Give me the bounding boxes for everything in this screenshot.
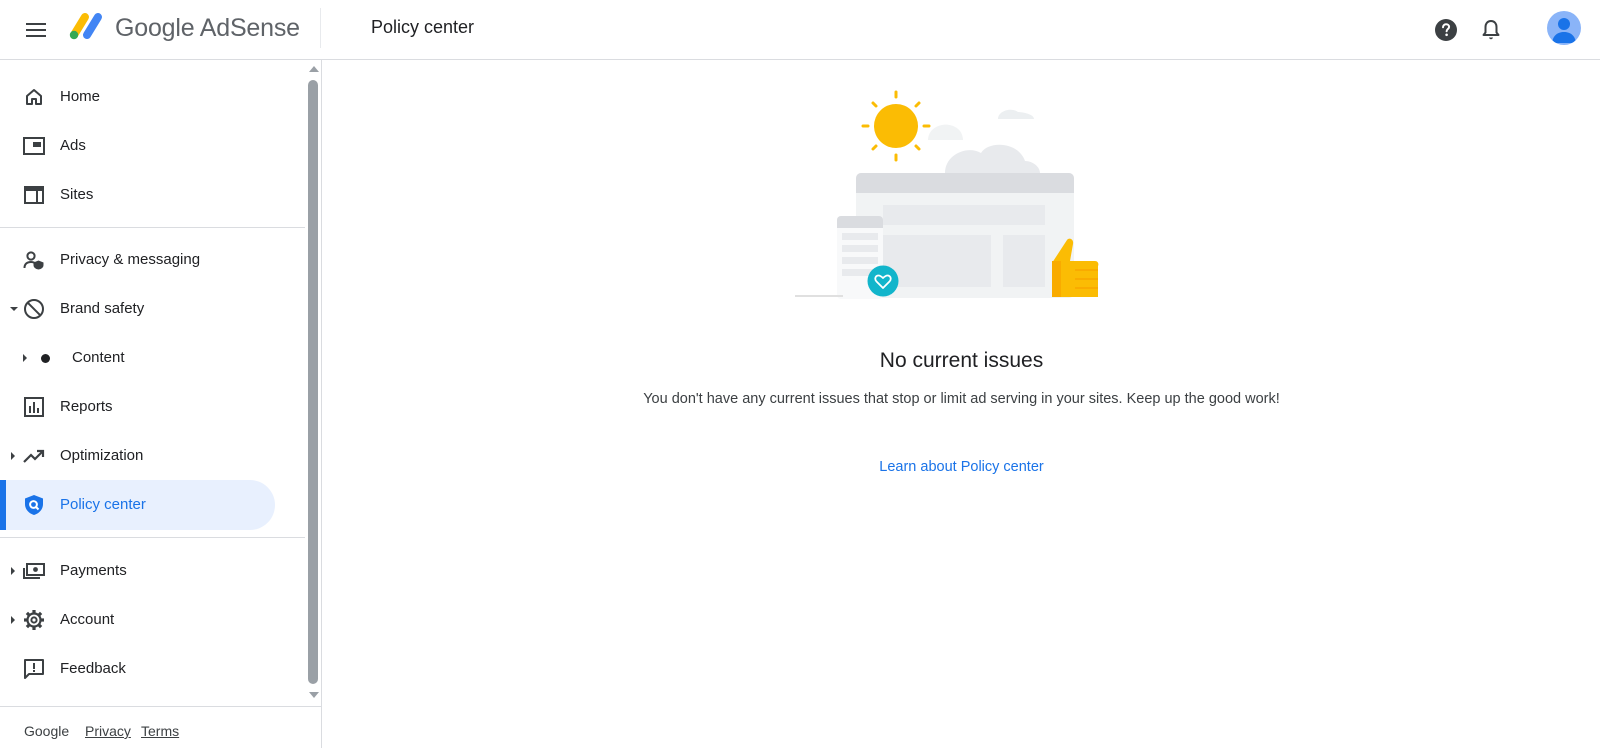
- nav-divider: [0, 537, 305, 538]
- hamburger-menu-icon: [26, 23, 46, 37]
- sidebar-item-label: Policy center: [60, 496, 146, 513]
- side-navigation: Home Ads Sites Privacy & messaging Brand…: [0, 60, 322, 748]
- scroll-up-arrow-icon[interactable]: [309, 66, 319, 72]
- sidebar-item-sites[interactable]: Sites: [0, 170, 280, 220]
- sun-icon: [861, 90, 931, 162]
- footer-terms-link[interactable]: Terms: [141, 723, 179, 739]
- footer-privacy-link[interactable]: Privacy: [85, 723, 131, 739]
- sidebar-item-label: Optimization: [60, 447, 144, 464]
- no-issues-illustration: [795, 90, 1099, 299]
- sidebar-item-home[interactable]: Home: [0, 72, 280, 122]
- sidebar-item-label: Brand safety: [60, 300, 145, 317]
- trending-up-icon: [23, 445, 45, 467]
- sites-icon: [23, 184, 45, 206]
- sidebar-item-ads[interactable]: Ads: [0, 121, 280, 171]
- help-button[interactable]: [1430, 14, 1462, 46]
- payments-icon: [23, 560, 45, 582]
- privacy-messaging-icon: [23, 249, 45, 271]
- block-icon: [23, 298, 45, 320]
- sidebar-item-feedback[interactable]: Feedback: [0, 644, 280, 694]
- sidebar-item-label: Privacy & messaging: [60, 251, 201, 268]
- sidebar-item-label: Sites: [60, 186, 94, 203]
- sidebar-item-optimization[interactable]: Optimization: [0, 431, 280, 481]
- top-app-bar: Google AdSense Policy center: [0, 0, 1600, 60]
- sidebar-item-label: Content: [72, 349, 125, 366]
- heart-badge-icon: [867, 265, 899, 297]
- footer-google-label: Google: [24, 723, 70, 739]
- sidebar-item-label: Reports: [60, 398, 113, 415]
- sidebar-footer: Google Privacy Terms: [0, 706, 322, 748]
- sidebar-item-account[interactable]: Account: [0, 595, 280, 645]
- home-icon: [23, 86, 45, 108]
- nav-list: Home Ads Sites Privacy & messaging Brand…: [0, 60, 305, 704]
- sidebar-item-label: Feedback: [60, 660, 126, 677]
- sidebar-item-label: Ads: [60, 137, 86, 154]
- brand-name: Google AdSense: [115, 14, 300, 42]
- learn-about-policy-center-link[interactable]: Learn about Policy center: [323, 459, 1600, 475]
- account-avatar-button[interactable]: [1547, 11, 1581, 45]
- sidebar-item-content[interactable]: Content: [0, 333, 280, 383]
- empty-state-title: No current issues: [879, 349, 1044, 372]
- page-title: Policy center: [371, 17, 475, 37]
- sidebar-item-label: Account: [60, 611, 115, 628]
- ads-icon: [23, 135, 45, 157]
- nav-divider: [0, 227, 305, 228]
- sidebar-item-label: Home: [60, 88, 101, 105]
- bell-icon: [1482, 20, 1500, 40]
- dot-icon: [41, 354, 50, 363]
- expand-caret-icon: [11, 567, 15, 575]
- sidebar-item-brand-safety[interactable]: Brand safety: [0, 284, 280, 334]
- scrollbar-thumb[interactable]: [308, 80, 318, 684]
- sidebar-item-reports[interactable]: Reports: [0, 382, 280, 432]
- expand-caret-icon: [11, 452, 15, 460]
- expand-caret-icon: [11, 616, 15, 624]
- policy-shield-icon: [23, 494, 45, 516]
- sidebar-scrollbar[interactable]: [306, 60, 320, 704]
- sidebar-item-privacy-messaging[interactable]: Privacy & messaging: [0, 235, 280, 285]
- reports-icon: [23, 396, 45, 418]
- gear-icon: [23, 609, 45, 631]
- collapse-caret-icon: [10, 307, 18, 311]
- scroll-down-arrow-icon[interactable]: [309, 692, 319, 698]
- feedback-icon: [23, 658, 45, 680]
- empty-state-description: You don't have any current issues that s…: [643, 391, 1280, 407]
- help-icon: [1435, 19, 1457, 41]
- adsense-logo-icon: [69, 13, 102, 40]
- sidebar-item-label: Payments: [60, 562, 127, 579]
- header-divider: [320, 8, 321, 48]
- sidebar-item-payments[interactable]: Payments: [0, 546, 280, 596]
- main-content: No current issues You don't have any cur…: [323, 61, 1600, 748]
- expand-caret-icon: [23, 354, 27, 362]
- main-menu-button[interactable]: [20, 14, 52, 46]
- notifications-button[interactable]: [1475, 14, 1507, 46]
- sidebar-item-policy-center[interactable]: Policy center: [0, 480, 275, 530]
- account-avatar-icon: [1552, 18, 1576, 43]
